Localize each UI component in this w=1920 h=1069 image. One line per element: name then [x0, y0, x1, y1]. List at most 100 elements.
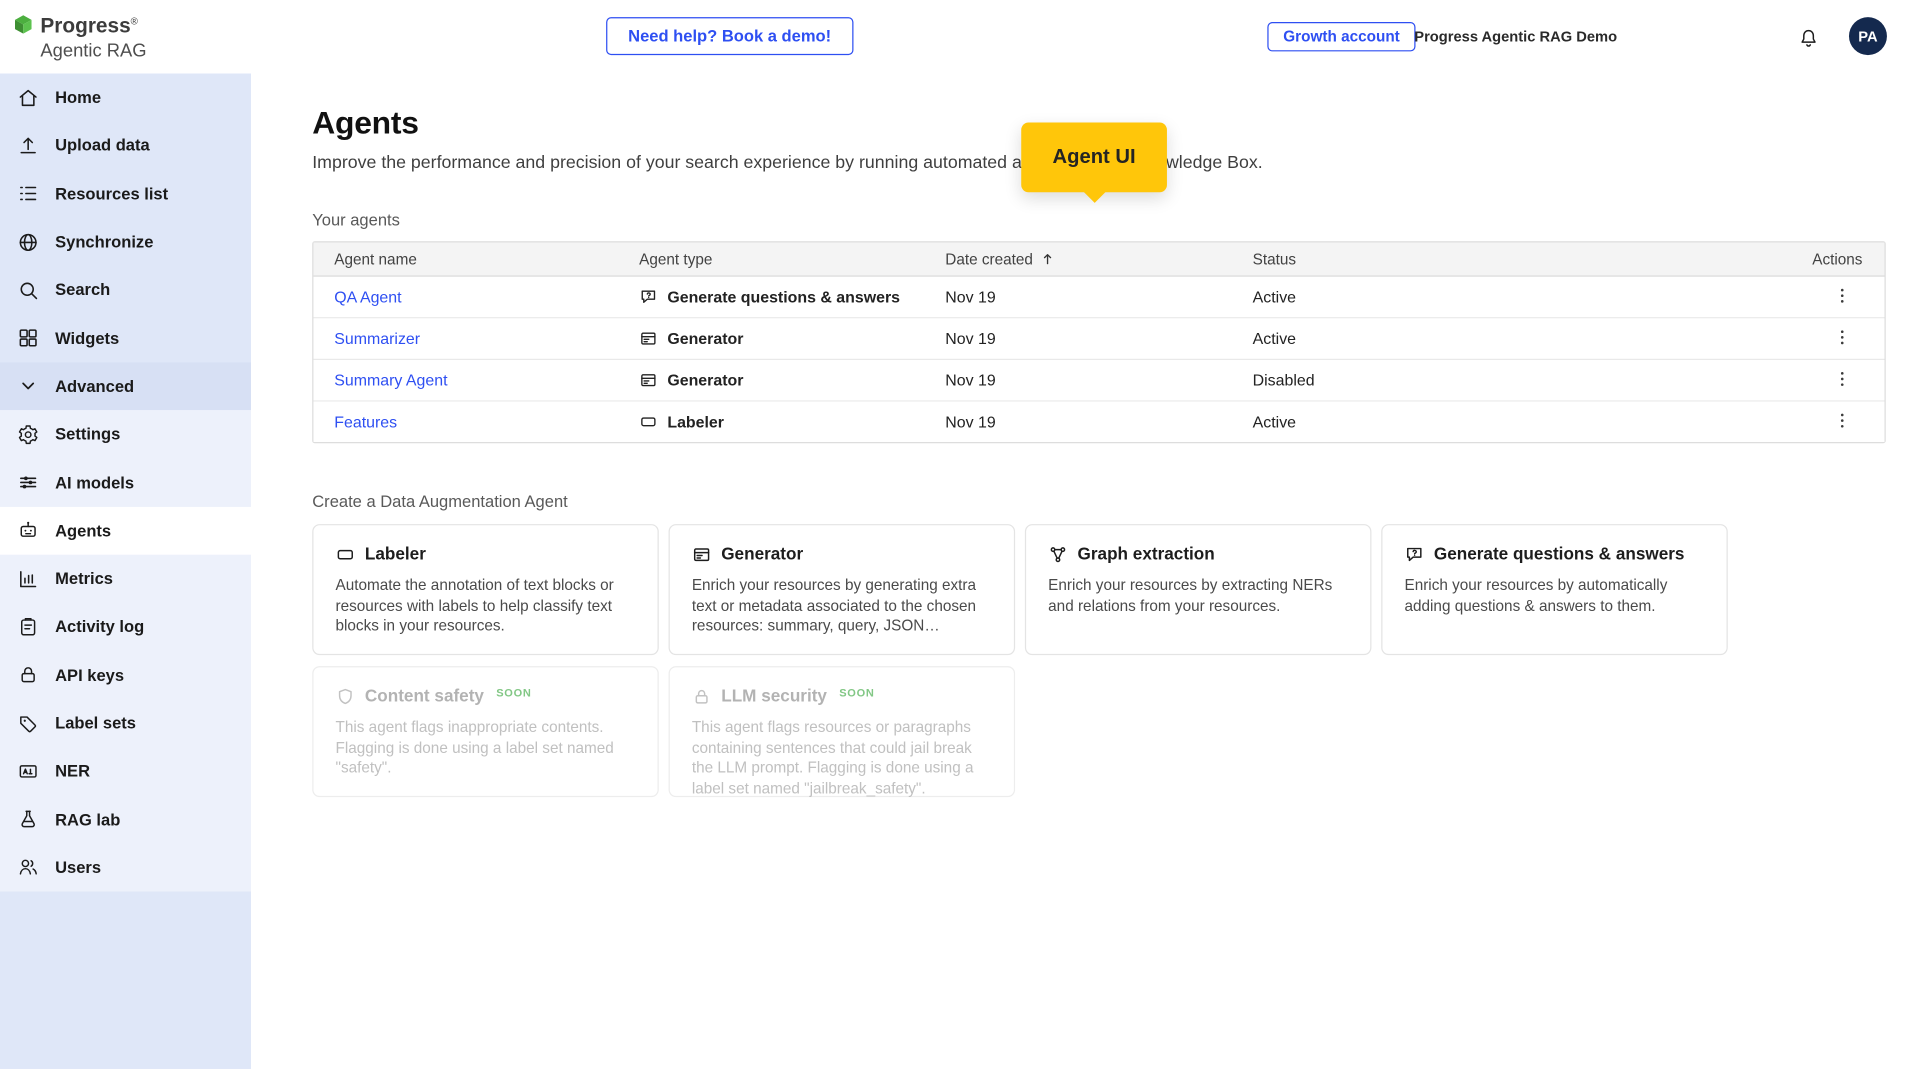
agent-cards-grid: Labeler Automate the annotation of text … — [312, 524, 1885, 797]
sidebar-item-synchronize[interactable]: Synchronize — [0, 218, 251, 266]
kebab-icon — [1831, 410, 1852, 434]
date-cell: Nov 19 — [924, 413, 1231, 431]
sidebar-item-users[interactable]: Users — [0, 843, 251, 891]
actions-cell — [1787, 406, 1885, 438]
agents-table: Agent name Agent type Date created Statu… — [312, 241, 1885, 443]
users-icon — [17, 856, 39, 878]
soon-badge: SOON — [496, 686, 531, 698]
notifications-bell-button[interactable] — [1798, 23, 1827, 52]
row-actions-kebab-button[interactable] — [1826, 323, 1858, 355]
header-date-created[interactable]: Date created — [924, 250, 1231, 267]
agent-ui-callout: Agent UI — [1021, 122, 1167, 192]
agent-name-cell: Features — [313, 413, 618, 431]
agent-name-link[interactable]: Summary Agent — [334, 371, 447, 389]
account-name: Progress Agentic RAG Demo — [1414, 28, 1617, 45]
actions-cell — [1787, 281, 1885, 313]
user-avatar[interactable]: PA — [1849, 17, 1887, 55]
create-agent-section: Create a Data Augmentation Agent Labeler… — [312, 492, 1885, 797]
your-agents-label: Your agents — [312, 211, 1885, 231]
sliders-icon — [17, 471, 39, 493]
agent-type-cell: Generator — [618, 329, 924, 347]
table-row: QA Agent Generate questions & answers No… — [313, 277, 1884, 319]
sidebar-item-home[interactable]: Home — [0, 73, 251, 121]
sidebar-item-metrics[interactable]: Metrics — [0, 555, 251, 603]
viewport: Progress® Agentic RAG Need help? Book a … — [0, 0, 1920, 1069]
header-actions: Actions — [1787, 250, 1885, 267]
sidebar-item-agents[interactable]: Agents — [0, 507, 251, 555]
sidebar-item-rag-lab[interactable]: RAG lab — [0, 795, 251, 843]
agent-card-graph-extraction[interactable]: Graph extraction Enrich your resources b… — [1025, 524, 1372, 655]
labeler-icon — [639, 413, 657, 431]
row-actions-kebab-button[interactable] — [1826, 406, 1858, 438]
book-demo-button[interactable]: Need help? Book a demo! — [606, 17, 853, 55]
table-row: Summarizer Generator Nov 19 Active — [313, 318, 1884, 360]
generator-icon — [639, 329, 657, 347]
sidebar-filler — [0, 891, 251, 1068]
bell-icon — [1798, 27, 1827, 49]
sidebar-item-search[interactable]: Search — [0, 266, 251, 314]
sidebar-advanced-section: Settings AI models Agents — [0, 410, 251, 891]
globe-icon — [17, 231, 39, 253]
header-agent-type: Agent type — [618, 250, 924, 267]
agent-name-cell: Summary Agent — [313, 371, 618, 389]
list-icon — [17, 183, 39, 205]
clipboard-icon — [17, 616, 39, 638]
shield-icon — [336, 686, 356, 706]
agent-card-generate-qa[interactable]: Generate questions & answers Enrich your… — [1381, 524, 1728, 655]
generator-icon — [692, 544, 712, 564]
sidebar-item-ai-models[interactable]: AI models — [0, 458, 251, 506]
brand-product: Agentic RAG — [40, 40, 146, 62]
row-actions-kebab-button[interactable] — [1826, 364, 1858, 396]
create-agent-label: Create a Data Augmentation Agent — [312, 492, 1885, 512]
growth-account-button[interactable]: Growth account — [1267, 22, 1415, 51]
sidebar-item-activity-log[interactable]: Activity log — [0, 603, 251, 651]
actions-cell — [1787, 364, 1885, 396]
sidebar-item-label-sets[interactable]: Label sets — [0, 699, 251, 747]
sidebar-item-advanced[interactable]: Advanced — [0, 362, 251, 410]
sidebar-item-widgets[interactable]: Widgets — [0, 314, 251, 362]
agent-name-link[interactable]: Summarizer — [334, 329, 420, 347]
agent-card-llm-security: LLM security SOON This agent flags resou… — [669, 666, 1016, 797]
top-bar: Progress® Agentic RAG Need help? Book a … — [0, 0, 1920, 73]
date-cell: Nov 19 — [924, 329, 1231, 347]
agent-name-cell: QA Agent — [313, 288, 618, 306]
agent-name-link[interactable]: Features — [334, 413, 397, 431]
soon-badge: SOON — [839, 686, 874, 698]
header-agent-name: Agent name — [313, 250, 618, 267]
agent-type-cell: Generate questions & answers — [618, 288, 924, 306]
gear-icon — [17, 423, 39, 445]
sidebar-item-api-keys[interactable]: API keys — [0, 651, 251, 699]
kebab-icon — [1831, 326, 1852, 350]
row-actions-kebab-button[interactable] — [1826, 281, 1858, 313]
sidebar: Home Upload data Resources list — [0, 73, 251, 1069]
sidebar-item-settings[interactable]: Settings — [0, 410, 251, 458]
lock-icon — [17, 664, 39, 686]
qa-icon — [1404, 544, 1424, 564]
kebab-icon — [1831, 368, 1852, 392]
status-cell: Active — [1232, 288, 1787, 306]
table-row: Summary Agent Generator Nov 19 Disabled — [313, 360, 1884, 402]
agent-card-labeler[interactable]: Labeler Automate the annotation of text … — [312, 524, 659, 655]
qa-icon — [639, 288, 657, 306]
progress-logo-icon — [12, 13, 34, 41]
agent-card-generator[interactable]: Generator Enrich your resources by gener… — [669, 524, 1016, 655]
registered-mark: ® — [131, 16, 138, 27]
sidebar-item-upload-data[interactable]: Upload data — [0, 122, 251, 170]
agent-type-cell: Generator — [618, 371, 924, 389]
sidebar-item-resources-list[interactable]: Resources list — [0, 170, 251, 218]
app-body: Home Upload data Resources list — [0, 73, 1920, 1069]
search-icon — [17, 279, 39, 301]
lock-icon — [692, 686, 712, 706]
flask-icon — [17, 808, 39, 830]
header-status: Status — [1232, 250, 1787, 267]
generator-icon — [639, 371, 657, 389]
status-cell: Active — [1232, 329, 1787, 347]
labeler-icon — [336, 544, 356, 564]
actions-cell — [1787, 323, 1885, 355]
widgets-icon — [17, 327, 39, 349]
brand: Progress® Agentic RAG — [12, 11, 146, 62]
upload-icon — [17, 135, 39, 157]
agent-name-link[interactable]: QA Agent — [334, 288, 401, 306]
sidebar-item-ner[interactable]: NER — [0, 747, 251, 795]
sidebar-main-section: Home Upload data Resources list — [0, 73, 251, 410]
